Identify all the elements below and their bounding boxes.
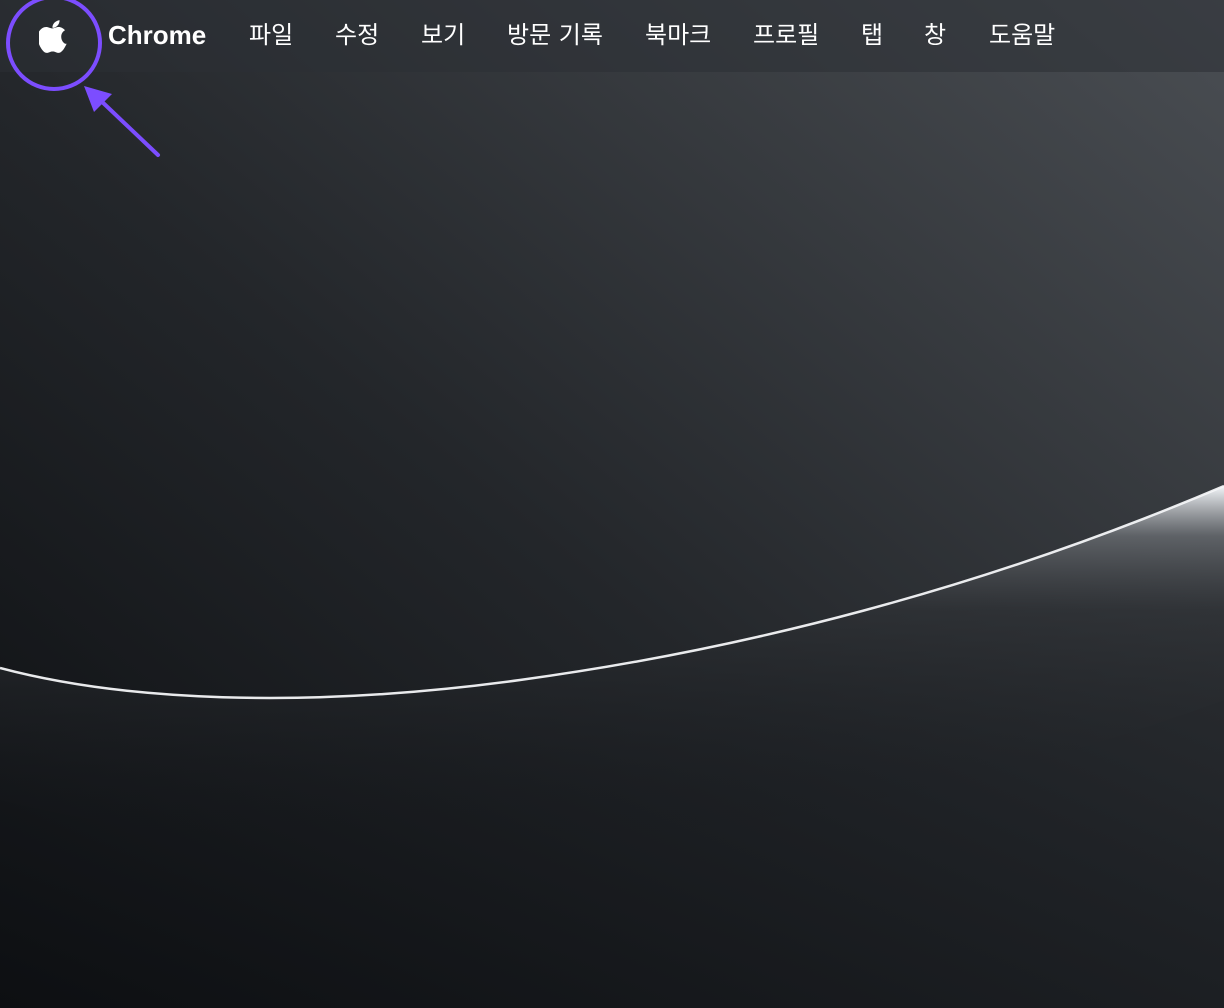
menu-item-file[interactable]: 파일 — [249, 16, 293, 54]
menu-item-tab[interactable]: 탭 — [861, 16, 883, 54]
menu-item-window[interactable]: 창 — [924, 16, 946, 54]
menu-item-history[interactable]: 방문 기록 — [507, 16, 603, 54]
menu-item-help[interactable]: 도움말 — [989, 16, 1055, 54]
apple-menu-button[interactable] — [30, 14, 78, 58]
menu-item-profiles[interactable]: 프로필 — [753, 16, 819, 54]
menu-item-view[interactable]: 보기 — [421, 16, 465, 54]
menu-item-edit[interactable]: 수정 — [335, 16, 379, 54]
menu-bar: Chrome 파일 수정 보기 방문 기록 북마크 프로필 탭 창 도움말 — [0, 0, 1224, 72]
menu-app-name[interactable]: Chrome — [108, 16, 206, 54]
menu-item-bookmarks[interactable]: 북마크 — [645, 16, 711, 54]
apple-logo-icon — [39, 20, 67, 53]
desktop-wallpaper — [0, 0, 1224, 1008]
